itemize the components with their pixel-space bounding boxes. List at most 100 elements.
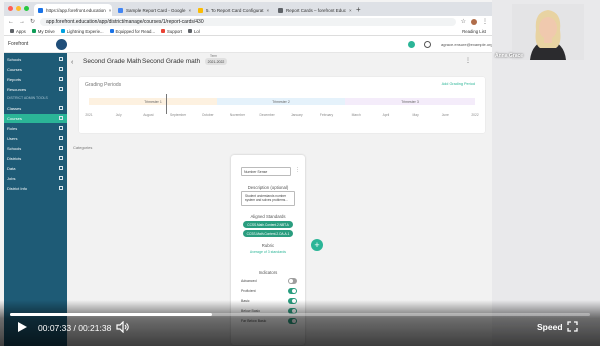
browser-tab[interactable]: https://app.forefront.education ×: [34, 4, 112, 16]
sidebar-item[interactable]: District Info: [4, 184, 67, 193]
sidebar-item[interactable]: Schools: [4, 55, 67, 64]
tab-favicon-icon: [118, 7, 123, 13]
tab-favicon-icon: [198, 7, 203, 13]
sidebar-item[interactable]: Classes: [4, 104, 67, 113]
address-url: app.forefront.education/app/district/man…: [46, 18, 204, 25]
page-title: Second Grade math: [142, 58, 201, 65]
sidebar-item[interactable]: Courses: [4, 65, 67, 74]
trimester-label: Trimester 3: [401, 99, 419, 104]
forward-arrow-icon[interactable]: →: [19, 19, 25, 25]
reading-list-button[interactable]: Reading List: [462, 29, 486, 34]
trimester-2-band[interactable]: Trimester 2: [217, 98, 345, 105]
bookmark-item[interactable]: My Drive: [31, 29, 55, 34]
webcam-panel: Anna Grace: [492, 0, 600, 346]
fullscreen-icon[interactable]: [567, 321, 578, 332]
month-label: 2021: [85, 113, 93, 117]
sidebar-item-icon: [59, 156, 63, 160]
indicator-row: Proficient: [239, 288, 299, 295]
play-icon[interactable]: [16, 321, 28, 333]
sidebar-item-label: District Info: [7, 186, 28, 191]
month-label: October: [201, 113, 214, 117]
bookmark-icon: [188, 29, 193, 33]
new-tab-icon[interactable]: +: [356, 4, 361, 16]
bookmark-item[interactable]: Lol: [188, 29, 200, 34]
rubric-value-link[interactable]: Average of 3 standards: [231, 250, 305, 254]
breadcrumb-course[interactable]: Second Grade Math: [83, 58, 141, 65]
month-label: January: [290, 113, 303, 117]
trimester-label: Trimester 2: [272, 99, 290, 104]
trimester-3-band[interactable]: Trimester 3: [345, 98, 475, 105]
sidebar-item-icon: [59, 106, 63, 110]
tab-title: https://app.forefront.education: [46, 7, 106, 13]
standard-chip[interactable]: CCSS.Math.Content.2.OA.A.1: [243, 230, 293, 237]
description-field[interactable]: Student understands number system and so…: [241, 191, 295, 206]
sidebar-item-label: Courses: [7, 116, 22, 121]
indicator-label: Advanced: [241, 279, 257, 283]
indicators-label: Indicators: [258, 270, 278, 275]
playback-speed-button[interactable]: Speed: [537, 322, 563, 332]
month-label: June: [441, 113, 449, 117]
address-bar[interactable]: app.forefront.education/app/district/man…: [40, 17, 456, 26]
sidebar-item-label: Jobs: [7, 176, 16, 181]
month-axis: 2021 July August September October November De…: [79, 113, 485, 119]
category-select[interactable]: Number Sense: [241, 167, 291, 176]
tab-close-icon[interactable]: ×: [266, 8, 269, 13]
volume-icon[interactable]: [116, 321, 130, 333]
sidebar-item-label: Users: [7, 136, 18, 141]
sidebar-item[interactable]: Districts: [4, 154, 67, 163]
reload-icon[interactable]: ↻: [30, 18, 35, 25]
address-bar-row: ← → ↻ app.forefront.education/app/distri…: [4, 16, 492, 27]
tab-close-icon[interactable]: ×: [349, 8, 352, 13]
sidebar-item[interactable]: Resources: [4, 85, 67, 94]
bookmark-label: Lol: [194, 28, 200, 34]
month-label: July: [115, 113, 122, 117]
sidebar-item[interactable]: Jobs: [4, 174, 67, 183]
trimester-1-band[interactable]: Trimester 1: [89, 98, 217, 105]
tab-title: Report Cards – forefront Educ: [286, 7, 347, 13]
aligned-standards-label: Aligned Standards: [250, 214, 286, 219]
month-label: 2022: [471, 113, 479, 117]
sidebar-item[interactable]: Data: [4, 164, 67, 173]
status-icon[interactable]: [408, 41, 415, 48]
standard-chip[interactable]: CCSS.Math.Content.2.NBT.A: [243, 221, 293, 228]
browser-tab[interactable]: Report Cards – forefront Educ ×: [274, 4, 352, 16]
indicator-toggle[interactable]: [288, 288, 297, 294]
bookmark-item[interactable]: Apps: [10, 29, 26, 34]
bookmark-item[interactable]: Support: [160, 28, 183, 34]
add-category-button[interactable]: +: [311, 239, 323, 251]
sidebar-item[interactable]: Roles: [4, 124, 67, 133]
sidebar-item-icon: [59, 136, 63, 140]
page-menu-icon[interactable]: ⋮: [465, 57, 471, 64]
tab-title: Sample Report Card - Google: [126, 7, 186, 13]
back-arrow-icon[interactable]: ←: [8, 19, 14, 25]
browser-tab[interactable]: 5. To Report Card Configurat ×: [194, 4, 272, 16]
sidebar-item[interactable]: Users: [4, 134, 67, 143]
profile-avatar[interactable]: [471, 18, 477, 25]
term-badge[interactable]: 2021-2022: [205, 58, 227, 65]
tab-close-icon[interactable]: ×: [189, 8, 192, 13]
month-label: April: [382, 113, 390, 117]
bookmark-item[interactable]: Equipped for Read...: [109, 29, 155, 34]
video-progress-bar[interactable]: [10, 313, 590, 316]
bookmark-label: Lightning Experie...: [66, 28, 104, 34]
bookmark-item[interactable]: Lightning Experie...: [60, 28, 104, 34]
tab-close-icon[interactable]: ×: [109, 8, 112, 13]
tab-strip: https://app.forefront.education × Sample R…: [4, 2, 492, 16]
user-email[interactable]: agrace.ensure@example.org: [441, 42, 493, 47]
add-grading-period-button[interactable]: Add Grading Period: [442, 82, 475, 86]
bookmark-label: Support: [166, 28, 183, 34]
star-icon[interactable]: ☆: [461, 18, 466, 25]
back-chevron-icon[interactable]: ‹: [71, 59, 73, 66]
indicator-toggle[interactable]: [288, 278, 297, 284]
month-label: September: [169, 113, 187, 117]
sidebar-item[interactable]: Reports: [4, 75, 67, 84]
tab-favicon-icon: [38, 7, 43, 13]
help-icon[interactable]: [424, 41, 431, 48]
sidebar-item[interactable]: Schools: [4, 144, 67, 153]
sidebar-item[interactable]: Courses: [4, 114, 67, 123]
category-menu-icon[interactable]: ⋮: [295, 167, 300, 173]
browser-menu-icon[interactable]: ⋮: [482, 18, 488, 25]
tab-favicon-icon: [278, 7, 283, 13]
browser-tab[interactable]: Sample Report Card - Google ×: [114, 4, 192, 16]
sidebar-item-label: Schools: [7, 146, 22, 151]
